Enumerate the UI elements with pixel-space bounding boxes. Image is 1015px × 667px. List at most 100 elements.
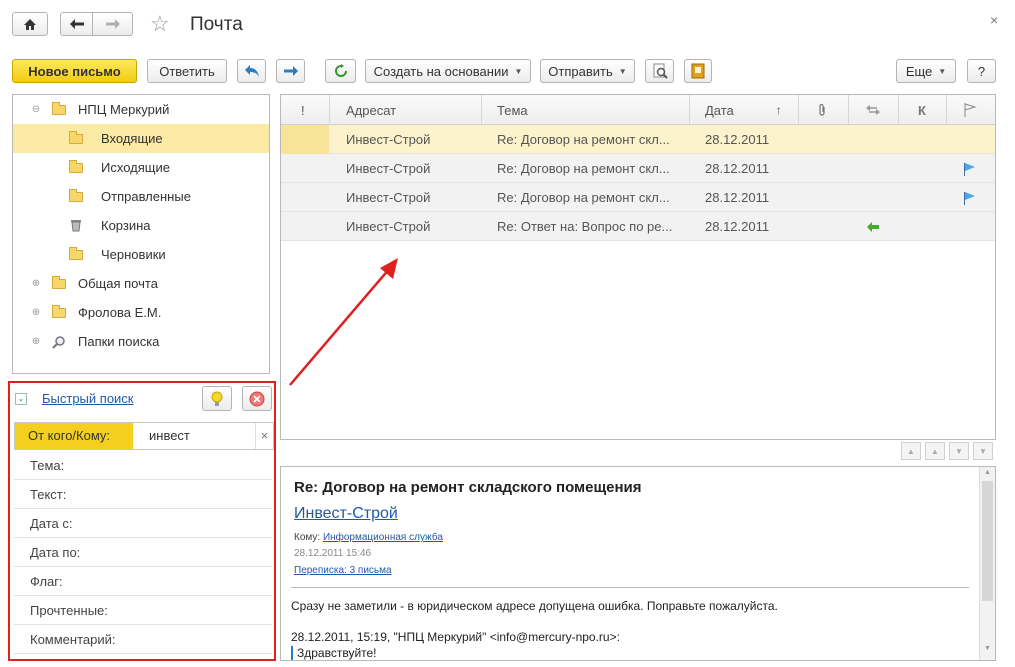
tree-item-label: Входящие <box>101 131 163 146</box>
clear-field-icon[interactable]: × <box>255 423 273 449</box>
message-row[interactable]: Инвест-Строй Re: Договор на ремонт скл..… <box>281 154 995 183</box>
date-cell: 28.12.2011 <box>705 190 770 205</box>
tree-item-frolova[interactable]: ⊕ Фролова Е.М. <box>13 298 269 327</box>
folder-icon <box>52 275 66 289</box>
subject-cell: Re: Договор на ремонт скл... <box>497 190 670 205</box>
clear-search-button[interactable] <box>242 386 272 411</box>
preview-sender[interactable]: Инвест-Строй <box>294 505 398 523</box>
subject-header: Тема <box>497 102 528 118</box>
expand-icon[interactable]: ⊕ <box>30 278 42 289</box>
message-row[interactable]: Инвест-Строй Re: Ответ на: Вопрос по ре.… <box>281 212 995 241</box>
filter-comment[interactable]: Комментарий: <box>14 625 272 654</box>
reply-status-cell <box>867 212 887 241</box>
filter-read[interactable]: Прочтенные: <box>14 596 272 625</box>
sort-ascending-icon: ↑ <box>775 103 782 117</box>
to-recipient-link[interactable]: Информационная служба <box>323 532 443 543</box>
paperclip-icon <box>819 103 825 116</box>
tree-item-outbox[interactable]: Исходящие <box>13 153 269 182</box>
forward-mail-button[interactable] <box>276 59 305 83</box>
scroll-down-icon[interactable]: ▼ <box>980 645 995 652</box>
from-to-input[interactable]: инвест <box>149 423 249 449</box>
filter-subject[interactable]: Тема: <box>14 451 272 480</box>
from-to-label: От кого/Кому: <box>15 423 133 449</box>
favorite-star-icon[interactable]: ☆ <box>150 13 170 35</box>
divider <box>291 587 969 588</box>
move-down-button[interactable]: ▼ <box>949 442 969 460</box>
create-based-on-button[interactable]: Создать на основании ▼ <box>365 59 531 83</box>
address-book-button[interactable] <box>684 59 712 83</box>
column-subject[interactable]: Тема <box>482 95 690 125</box>
filter-date-to[interactable]: Дата по: <box>14 538 272 567</box>
folder-icon <box>69 159 83 173</box>
search-icon <box>52 335 65 349</box>
quote-header: 28.12.2011, 15:19, "НПЦ Меркурий" <info@… <box>291 630 620 644</box>
collapse-icon[interactable]: ⊖ <box>30 104 42 115</box>
move-up-button[interactable]: ▲ <box>925 442 945 460</box>
close-icon[interactable]: × <box>990 12 998 28</box>
column-flag[interactable] <box>947 95 995 125</box>
subject-cell: Re: Ответ на: Вопрос по ре... <box>497 219 673 234</box>
reply-button[interactable]: Ответить <box>147 59 227 83</box>
expand-icon[interactable]: ⊕ <box>30 336 42 347</box>
filter-date-from[interactable]: Дата с: <box>14 509 272 538</box>
send-button[interactable]: Отправить ▼ <box>540 59 635 83</box>
hint-button[interactable] <box>202 386 232 411</box>
column-k[interactable]: К <box>899 95 947 125</box>
tree-item-inbox[interactable]: Входящие <box>13 124 269 153</box>
column-reply-status[interactable] <box>849 95 899 125</box>
flag-cell[interactable] <box>963 183 983 212</box>
help-button[interactable]: ? <box>967 59 996 83</box>
filter-text[interactable]: Текст: <box>14 480 272 509</box>
reply-all-button[interactable] <box>237 59 266 83</box>
flag-cell[interactable] <box>963 154 983 183</box>
tree-item-drafts[interactable]: Черновики <box>13 240 269 269</box>
more-button[interactable]: Еще ▼ <box>896 59 956 83</box>
expand-icon[interactable]: ⊕ <box>30 307 42 318</box>
create-based-on-label: Создать на основании <box>373 63 509 79</box>
preview-scrollbar[interactable]: ▲ ▼ <box>979 467 995 660</box>
message-row[interactable]: Инвест-Строй Re: Договор на ремонт скл..… <box>281 183 995 212</box>
addressee-cell: Инвест-Строй <box>346 132 431 147</box>
tree-item-trash[interactable]: Корзина <box>13 211 269 240</box>
quick-search-panel: ⌄ Быстрый поиск От кого/Кому: инвест × Т… <box>8 381 276 661</box>
tree-item-sent[interactable]: Отправленные <box>13 182 269 211</box>
quick-search-title[interactable]: Быстрый поиск <box>42 391 134 406</box>
filter-flag[interactable]: Флаг: <box>14 567 272 596</box>
column-date[interactable]: Дата ↑ <box>690 95 799 125</box>
column-attachment[interactable] <box>799 95 849 125</box>
home-icon <box>24 18 36 30</box>
home-button[interactable] <box>12 12 48 36</box>
tree-item-search-folders[interactable]: ⊕ Папки поиска <box>13 327 269 356</box>
draft-folder-icon <box>69 246 83 260</box>
message-row[interactable]: Инвест-Строй Re: Договор на ремонт скл..… <box>281 125 995 154</box>
scrollbar-thumb[interactable] <box>982 481 993 601</box>
move-last-button[interactable]: ▼ <box>973 442 993 460</box>
preview-datetime: 28.12.2011 15:46 <box>294 548 372 559</box>
tree-item-root[interactable]: ⊖ НПЦ Меркурий <box>13 95 269 124</box>
scroll-up-icon[interactable]: ▲ <box>980 469 995 476</box>
forward-button[interactable] <box>92 12 133 36</box>
from-to-field: От кого/Кому: инвест × <box>14 422 274 450</box>
chevron-down-icon[interactable]: ⌄ <box>15 393 27 405</box>
date-header: Дата <box>705 102 734 118</box>
thread-link[interactable]: Переписка: 3 письма <box>294 565 392 576</box>
addressee-header: Адресат <box>346 102 397 118</box>
more-label: Еще <box>905 63 933 79</box>
column-importance[interactable]: ! <box>281 95 330 125</box>
column-addressee[interactable]: Адресат <box>330 95 482 125</box>
find-button[interactable] <box>645 59 674 83</box>
move-first-button[interactable]: ▲ <box>901 442 921 460</box>
tree-item-label: Общая почта <box>78 276 158 291</box>
lightbulb-icon <box>211 391 223 406</box>
new-letter-button[interactable]: Новое письмо <box>12 59 137 83</box>
tree-item-label: Исходящие <box>101 160 170 175</box>
refresh-icon <box>334 64 347 77</box>
subject-cell: Re: Договор на ремонт скл... <box>497 161 670 176</box>
back-button[interactable] <box>60 12 93 36</box>
preview-subject: Re: Договор на ремонт складского помещен… <box>294 479 642 496</box>
chevron-down-icon: ▼ <box>514 66 523 76</box>
flag-outline-icon <box>964 103 977 117</box>
tree-item-label: Фролова Е.М. <box>78 305 162 320</box>
refresh-button[interactable] <box>325 59 356 83</box>
tree-item-shared[interactable]: ⊕ Общая почта <box>13 269 269 298</box>
